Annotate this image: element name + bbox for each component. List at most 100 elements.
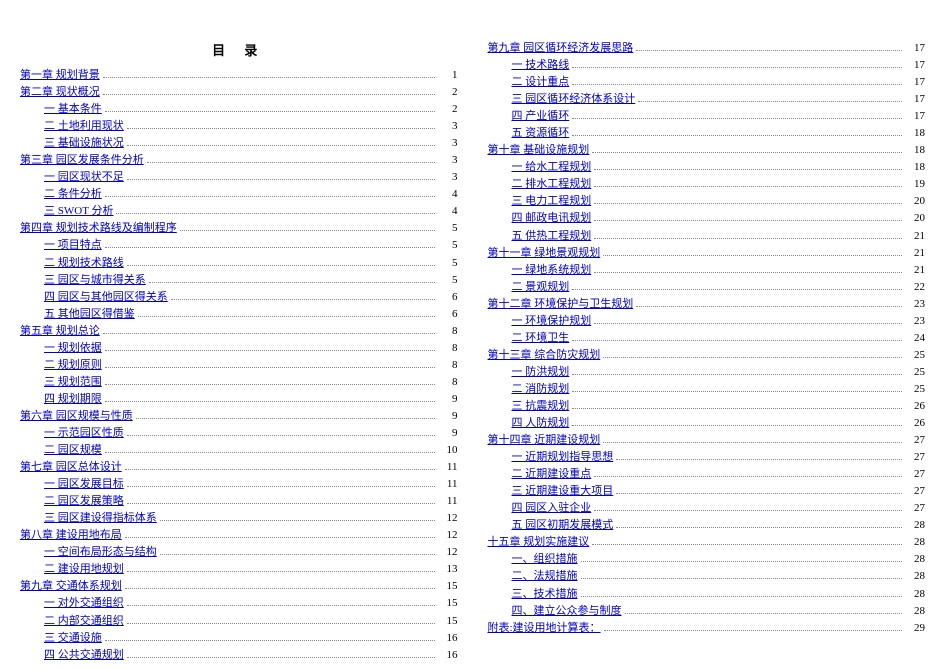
toc-link[interactable]: 二 园区发展策略	[44, 493, 124, 510]
toc-link[interactable]: 二 景观规划	[512, 279, 570, 296]
toc-link[interactable]: 二 规划原则	[44, 357, 102, 374]
toc-leader-dots	[572, 374, 902, 375]
toc-link[interactable]: 二 土地利用现状	[44, 118, 124, 135]
toc-link[interactable]: 第五章 规划总论	[20, 323, 100, 340]
toc-link[interactable]: 三 电力工程规划	[512, 193, 592, 210]
toc-link[interactable]: 四 规划期限	[44, 391, 102, 408]
toc-page-number: 28	[905, 568, 925, 585]
toc-link[interactable]: 五 园区初期发展模式	[512, 517, 614, 534]
toc-link[interactable]: 二 环境卫生	[512, 330, 570, 347]
toc-link[interactable]: 一 规划依据	[44, 340, 102, 357]
toc-link[interactable]: 三 交通设施	[44, 630, 102, 647]
toc-entry-sub: 一 园区发展目标11	[20, 476, 458, 493]
toc-leader-dots	[127, 605, 435, 606]
toc-link[interactable]: 三、技术措施	[512, 586, 578, 603]
toc-link[interactable]: 三 园区循环经济体系设计	[512, 91, 636, 108]
toc-leader-dots	[105, 640, 435, 641]
toc-link[interactable]: 二 内部交通组织	[44, 613, 124, 630]
toc-link[interactable]: 三 SWOT 分析	[44, 203, 113, 220]
toc-link[interactable]: 三 抗震规划	[512, 398, 570, 415]
toc-leader-dots	[594, 169, 902, 170]
toc-entry-chapter: 第十章 基础设施规划 18	[488, 142, 926, 159]
toc-link[interactable]: 一 环境保护规划	[512, 313, 592, 330]
toc-link[interactable]: 四 园区入驻企业	[512, 500, 592, 517]
toc-link[interactable]: 二 设计重点	[512, 74, 570, 91]
toc-entry-sub: 一 规划依据8	[20, 340, 458, 357]
toc-link[interactable]: 三 园区与城市得关系	[44, 272, 146, 289]
toc-link[interactable]: 一 项目特点	[44, 237, 102, 254]
toc-leader-dots	[103, 77, 435, 78]
toc-link[interactable]: 一 给水工程规划	[512, 159, 592, 176]
toc-link[interactable]: 四 人防规划	[512, 415, 570, 432]
toc-link[interactable]: 第七章 园区总体设计	[20, 459, 122, 476]
toc-page-number: 27	[905, 466, 925, 483]
toc-link[interactable]: 一 绿地系统规划	[512, 262, 592, 279]
toc-link[interactable]: 四 园区与其他园区得关系	[44, 289, 168, 306]
toc-link[interactable]: 第三章 园区发展条件分析	[20, 152, 144, 169]
toc-entry-chapter: 第十四章 近期建设规划27	[488, 432, 926, 449]
toc-link[interactable]: 五 资源循环	[512, 125, 570, 142]
toc-link[interactable]: 第二章 现状概况	[20, 84, 100, 101]
toc-link[interactable]: 二 排水工程规划	[512, 176, 592, 193]
toc-leader-dots	[127, 571, 435, 572]
toc-link[interactable]: 四 公共交通规划	[44, 647, 124, 664]
toc-link[interactable]: 第一章 规划背景	[20, 67, 100, 84]
toc-leader-dots	[636, 50, 902, 51]
toc-link[interactable]: 二 建设用地规划	[44, 561, 124, 578]
toc-page-number: 12	[438, 510, 458, 527]
toc-leader-dots	[572, 391, 902, 392]
toc-link[interactable]: 三 规划范围	[44, 374, 102, 391]
toc-link[interactable]: 一 空间布局形态与结构	[44, 544, 157, 561]
toc-link[interactable]: 二 条件分析	[44, 186, 102, 203]
toc-link[interactable]: 三 近期建设重大项目	[512, 483, 614, 500]
toc-link[interactable]: 一 近期规划指导思想	[512, 449, 614, 466]
toc-link[interactable]: 二 规划技术路线	[44, 255, 124, 272]
toc-link[interactable]: 一 示范园区性质	[44, 425, 124, 442]
toc-link[interactable]: 五 其他园区得借鉴	[44, 306, 135, 323]
toc-link[interactable]: 一 园区发展目标	[44, 476, 124, 493]
toc-page-number: 20	[905, 210, 925, 227]
toc-link[interactable]: 第八章 建设用地布局	[20, 527, 122, 544]
toc-link[interactable]: 四、建立公众参与制度	[512, 603, 622, 620]
toc-link[interactable]: 一 对外交通组织	[44, 595, 124, 612]
toc-page-number: 21	[905, 228, 925, 245]
toc-leader-dots	[592, 544, 902, 545]
toc-link[interactable]: 五 供热工程规划	[512, 228, 592, 245]
toc-leader-dots	[604, 630, 902, 631]
toc-link[interactable]: 附表:建设用地计算表：	[488, 620, 601, 637]
toc-link[interactable]: 第十三章 综合防灾规划	[488, 347, 601, 364]
toc-link[interactable]: 四 产业循环	[512, 108, 570, 125]
toc-link[interactable]: 第六章 园区规模与性质	[20, 408, 133, 425]
toc-link[interactable]: 二 园区规模	[44, 442, 102, 459]
toc-link[interactable]: 三 基础设施状况	[44, 135, 124, 152]
toc-page-number: 28	[905, 586, 925, 603]
toc-column-right: 第九章 园区循环经济发展思路17一 技术路线17二 设计重点17三 园区循环经济…	[488, 40, 926, 649]
toc-link[interactable]: 第十章 基础设施规划	[488, 142, 590, 159]
toc-link[interactable]: 一 防洪规划	[512, 364, 570, 381]
toc-leader-dots	[127, 435, 435, 436]
toc-entry-chapter: 第七章 园区总体设计11	[20, 459, 458, 476]
toc-page-number: 18	[905, 142, 925, 159]
toc-link[interactable]: 二 近期建设重点	[512, 466, 592, 483]
toc-entry-sub: 三 近期建设重大项目27	[488, 483, 926, 500]
toc-link[interactable]: 第十一章 绿地景观规划	[488, 245, 601, 262]
toc-link[interactable]: 一 基本条件	[44, 101, 102, 118]
toc-entry-sub: 四、建立公众参与制度28	[488, 603, 926, 620]
toc-link[interactable]: 第九章 交通体系规划	[20, 578, 122, 595]
toc-link[interactable]: 第九章 园区循环经济发展思路	[488, 40, 634, 57]
toc-leader-dots	[636, 306, 902, 307]
toc-link[interactable]: 三 园区建设得指标体系	[44, 510, 157, 527]
toc-link[interactable]: 一 技术路线	[512, 57, 570, 74]
toc-link[interactable]: 四 邮政电讯规划	[512, 210, 592, 227]
toc-link[interactable]: 第十二章 环境保护与卫生规划	[488, 296, 634, 313]
toc-link[interactable]: 二、法规措施	[512, 568, 578, 585]
toc-link[interactable]: 第四章 规划技术路线及编制程序	[20, 220, 177, 237]
toc-leader-dots	[160, 554, 435, 555]
toc-entry-sub: 一 对外交通组织15	[20, 595, 458, 612]
toc-link[interactable]: 一 园区现状不足	[44, 169, 124, 186]
toc-link[interactable]: 第十四章 近期建设规划	[488, 432, 601, 449]
toc-link[interactable]: 一、组织措施	[512, 551, 578, 568]
toc-link[interactable]: 十五章 规划实施建议	[488, 534, 590, 551]
toc-link[interactable]: 二 消防规划	[512, 381, 570, 398]
toc-page-number: 18	[905, 125, 925, 142]
